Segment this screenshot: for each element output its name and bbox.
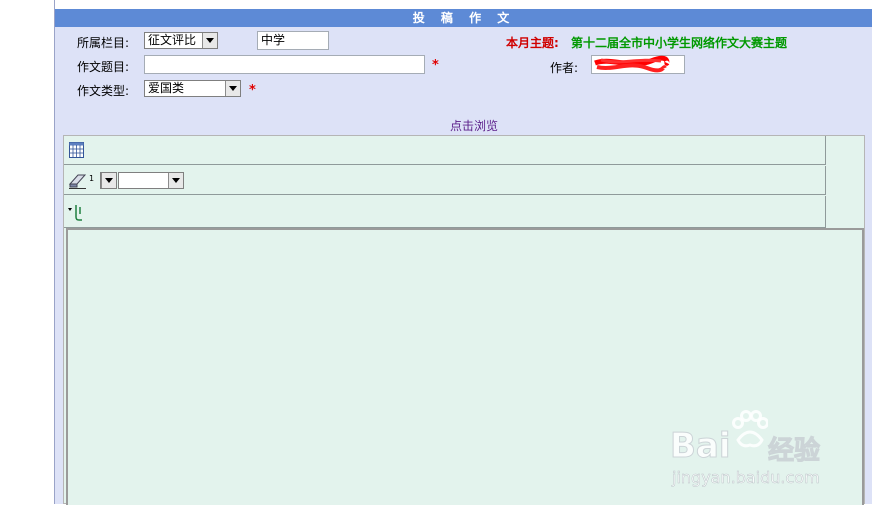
- editor-toolbar-row-2: 1: [64, 166, 826, 195]
- theme-label: 本月主题:: [506, 36, 559, 50]
- author-label: 作者:: [550, 61, 579, 75]
- font-select[interactable]: [118, 172, 184, 189]
- editor-toolbar-row-3: [64, 196, 826, 228]
- chevron-down-icon[interactable]: [202, 33, 217, 48]
- paw-logo-icon: [732, 410, 768, 448]
- essay-type-select-value: 爱国类: [148, 81, 185, 95]
- top-strip: [55, 0, 872, 9]
- required-mark: *: [432, 58, 439, 73]
- paste-icon[interactable]: [67, 203, 87, 221]
- watermark-url: jingyan.baidu.com: [672, 468, 820, 488]
- size-select-prefix: 1: [89, 174, 95, 183]
- chevron-down-icon[interactable]: [225, 81, 240, 96]
- preview-link[interactable]: 点击浏览: [450, 117, 498, 134]
- column-select[interactable]: 征文评比: [144, 32, 218, 49]
- redaction-scribble: [594, 55, 670, 73]
- font-size-select[interactable]: [100, 172, 117, 189]
- column-label: 所属栏目:: [77, 36, 130, 50]
- watermark-brand-cn: 经验: [767, 436, 821, 467]
- watermark-brand: Bai: [670, 426, 732, 467]
- theme-value: 第十二届全市中小学生网络作文大赛主题: [571, 36, 788, 50]
- essay-title-input[interactable]: [144, 55, 425, 74]
- chevron-down-icon[interactable]: [101, 173, 116, 188]
- column-select-value: 征文评比: [148, 33, 197, 47]
- chevron-down-icon[interactable]: [168, 173, 183, 188]
- essay-title-label: 作文题目:: [77, 60, 130, 74]
- eraser-icon[interactable]: [68, 172, 88, 190]
- level-input[interactable]: 中学: [257, 31, 329, 50]
- essay-type-select[interactable]: 爱国类: [144, 80, 241, 97]
- editor-toolbar-row-1: [64, 136, 826, 165]
- table-icon[interactable]: [68, 141, 86, 159]
- baidu-watermark: Bai 经验 jingyan.baidu.com: [670, 408, 870, 498]
- essay-type-label: 作文类型:: [77, 84, 130, 98]
- required-mark: *: [249, 83, 256, 98]
- form-title-bar: 投 稿 作 文: [55, 9, 872, 27]
